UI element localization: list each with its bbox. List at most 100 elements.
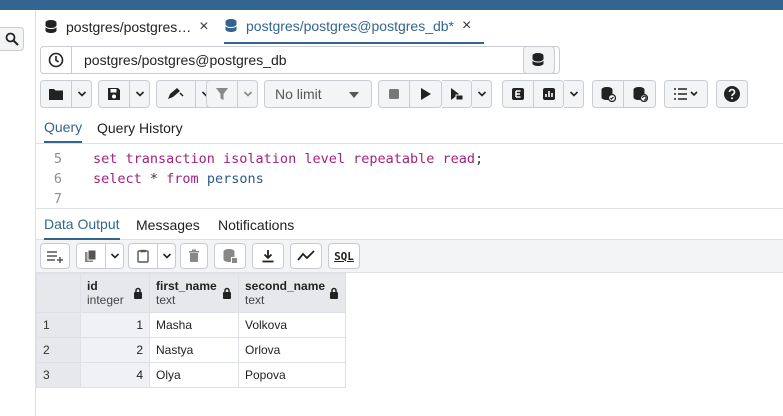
explain-button[interactable] <box>442 80 472 108</box>
connection-value: postgres/postgres@postgres_db <box>84 52 287 68</box>
copy-dropdown[interactable] <box>106 243 124 269</box>
cell-first-name[interactable]: Olya <box>149 362 239 388</box>
database-query-icon <box>44 19 60 35</box>
graph-visualiser-button[interactable] <box>290 243 322 269</box>
search-icon <box>5 32 19 46</box>
tab-data-output-label: Data Output <box>44 215 120 232</box>
filter-button[interactable] <box>206 80 238 108</box>
tab-data-output[interactable]: Data Output <box>44 209 120 240</box>
bar-chart-icon <box>542 88 555 100</box>
tab-query-history[interactable]: Query History <box>97 112 183 143</box>
paste-button[interactable] <box>128 243 158 269</box>
save-dropdown[interactable] <box>130 80 150 108</box>
new-connection-button[interactable] <box>523 46 555 74</box>
delete-row-button[interactable] <box>180 243 208 269</box>
commit-button[interactable] <box>592 80 624 108</box>
filter-icon <box>216 88 228 100</box>
code-line: set transaction isolation level repeatab… <box>93 151 483 167</box>
lock-icon <box>134 287 142 299</box>
download-button[interactable] <box>252 243 284 269</box>
save-button[interactable] <box>98 80 130 108</box>
trash-icon <box>189 249 199 262</box>
tab-query[interactable]: Query <box>44 112 83 143</box>
chevron-down-icon <box>110 253 119 259</box>
tab-notifications[interactable]: Notifications <box>218 209 294 240</box>
query-toolbar: No limit <box>40 80 783 108</box>
app-top-bar <box>0 0 783 10</box>
grid-header-row: id integer first_name text second_name t… <box>36 273 346 313</box>
history-button[interactable] <box>40 46 72 74</box>
caret-down-icon <box>349 92 359 98</box>
macros-button[interactable] <box>664 80 708 108</box>
copy-button[interactable] <box>76 243 106 269</box>
table-row[interactable]: 2 2 Nastya Orlova <box>36 337 346 363</box>
sql-punctuation: ; <box>475 151 484 167</box>
close-icon[interactable]: × <box>462 17 471 35</box>
close-icon[interactable]: × <box>199 18 208 36</box>
tab-query-label: Query <box>44 118 83 135</box>
cell-second-name[interactable]: Volkova <box>238 312 346 338</box>
column-type: text <box>245 293 265 307</box>
tab-label: postgres/postgres… <box>66 19 192 35</box>
sql-editor[interactable]: 5 set transaction isolation level repeat… <box>36 144 783 208</box>
tab-label: postgres/postgres@postgres_db* <box>246 18 454 34</box>
execute-dropdown[interactable] <box>472 80 492 108</box>
editor-tab-2-active[interactable]: postgres/postgres@postgres_db* × <box>224 10 484 44</box>
table-row[interactable]: 1 1 Masha Volkova <box>36 312 346 338</box>
column-header-second-name[interactable]: second_name text <box>238 273 346 313</box>
cell-id[interactable]: 2 <box>80 337 150 363</box>
line-chart-icon <box>297 250 315 261</box>
lock-icon <box>330 287 338 299</box>
save-data-button[interactable] <box>214 243 246 269</box>
database-commit-icon <box>601 87 616 102</box>
chevron-down-icon <box>569 91 578 97</box>
folder-icon <box>49 89 63 100</box>
tab-query-history-label: Query History <box>97 119 183 136</box>
line-number: 5 <box>53 151 62 167</box>
cell-first-name[interactable]: Masha <box>149 312 239 338</box>
open-file-button[interactable] <box>40 80 72 108</box>
cell-first-name[interactable]: Nastya <box>149 337 239 363</box>
sql-button[interactable]: SQL <box>328 243 360 269</box>
chart-button[interactable] <box>534 80 564 108</box>
add-row-button[interactable] <box>40 243 70 269</box>
row-number[interactable]: 3 <box>36 362 81 388</box>
filter-dropdown[interactable] <box>238 80 258 108</box>
row-limit-select[interactable]: No limit <box>264 80 372 108</box>
cell-second-name[interactable]: Popova <box>238 362 346 388</box>
tab-messages[interactable]: Messages <box>136 209 200 240</box>
row-limit-value: No limit <box>275 86 322 102</box>
edit-button[interactable] <box>156 80 196 108</box>
cell-id[interactable]: 1 <box>80 312 150 338</box>
cell-id[interactable]: 4 <box>80 362 150 388</box>
tab-messages-label: Messages <box>136 216 200 233</box>
chevron-down-icon <box>135 91 144 97</box>
lock-icon <box>223 287 231 299</box>
row-number[interactable]: 2 <box>36 337 81 363</box>
sql-keyword: from <box>166 171 199 187</box>
explain-dropdown[interactable] <box>564 80 584 108</box>
download-icon <box>262 250 274 263</box>
table-row[interactable]: 3 4 Olya Popova <box>36 362 346 388</box>
editor-tab-1[interactable]: postgres/postgres… × <box>44 10 222 44</box>
column-header-first-name[interactable]: first_name text <box>149 273 239 313</box>
play-icon <box>420 88 431 100</box>
rollback-button[interactable] <box>624 80 656 108</box>
tab-notifications-label: Notifications <box>218 216 295 233</box>
paste-dropdown[interactable] <box>158 243 176 269</box>
results-grid: id integer first_name text second_name t… <box>36 273 346 388</box>
sql-operator: * <box>141 171 167 187</box>
search-button[interactable] <box>0 27 24 51</box>
execute-button[interactable] <box>410 80 442 108</box>
row-number[interactable]: 1 <box>36 312 81 338</box>
output-tabs: Data Output Messages Notifications <box>36 208 783 240</box>
object-explorer-pane <box>0 10 36 416</box>
stop-button[interactable] <box>378 80 410 108</box>
database-icon <box>532 53 544 66</box>
connection-select[interactable]: postgres/postgres@postgres_db <box>72 46 560 74</box>
open-file-dropdown[interactable] <box>72 80 92 108</box>
explain-analyze-button[interactable] <box>502 80 534 108</box>
column-header-id[interactable]: id integer <box>80 273 150 313</box>
help-button[interactable] <box>716 80 748 108</box>
cell-second-name[interactable]: Orlova <box>238 337 346 363</box>
